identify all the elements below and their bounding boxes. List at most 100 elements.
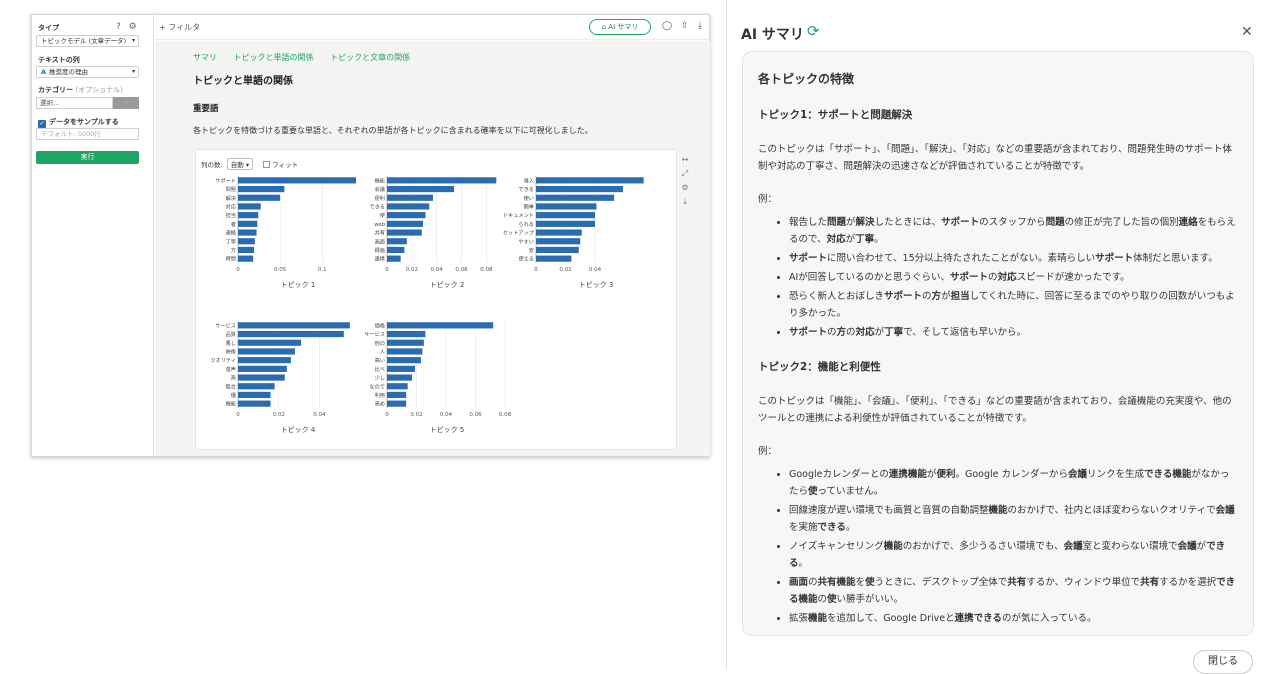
bar <box>238 391 271 399</box>
share-icon[interactable]: ⇧ <box>681 21 689 31</box>
category-label: 優 <box>231 391 237 399</box>
help-icon[interactable]: ? <box>116 22 121 32</box>
tick-label: 0 <box>385 267 389 273</box>
topic1-title: トピック1：サポートと問題解決 <box>758 109 913 121</box>
bar <box>238 246 255 254</box>
expand-icon[interactable]: ↔ <box>680 153 690 167</box>
bar <box>238 348 295 355</box>
tab-topic-word[interactable]: トピックと単語の関係 <box>234 53 314 62</box>
category-label: 共有 <box>375 229 385 237</box>
filter-button[interactable]: + フィルタ <box>159 22 200 33</box>
category-label: 録画 <box>375 246 385 254</box>
category-select[interactable]: 選択... <box>36 97 113 109</box>
tab-summary[interactable]: サマリ <box>193 53 217 62</box>
bar <box>536 185 624 193</box>
type-select[interactable]: トピックモデル (文章データ) ▾ <box>36 35 139 47</box>
category-label: 利用 <box>375 391 385 399</box>
toolbar: + フィルタ ⌂ AI サマリ ◯ ⇧ ⤓ <box>155 15 710 40</box>
topic2-examples: Googleカレンダーとの連携機能が便利。Google カレンダーから会議リンク… <box>789 466 1238 627</box>
category-label: 便利 <box>375 194 385 202</box>
category-label: 担当 <box>226 211 236 219</box>
category-label: できる <box>519 186 534 193</box>
bar <box>536 220 595 227</box>
category-label: 連絡 <box>226 229 237 237</box>
resize-icon[interactable]: ⤢ <box>680 167 690 181</box>
bar <box>387 255 401 262</box>
category-label: 簡単 <box>524 202 534 210</box>
page-title: トピックと単語の関係 <box>193 76 293 87</box>
close-icon[interactable]: ✕ <box>1241 24 1253 40</box>
refresh-icon[interactable]: ⟳ <box>807 22 820 40</box>
category-label: 高 <box>231 374 236 382</box>
chart-card: 列の数: 自動 ▾ フィット 0 0.05 0.1 サポート 問題 解決 対応 担当者連絡 丁寧… <box>195 149 677 450</box>
category-label: 使い <box>524 194 534 202</box>
bar <box>238 212 259 219</box>
category-label: 少し <box>375 375 385 382</box>
bar <box>238 365 287 372</box>
text-column-select[interactable]: A 推奨度の理由 ▾ <box>36 66 139 78</box>
bar <box>238 238 255 245</box>
gear-icon[interactable]: ⚙ <box>129 22 137 32</box>
bar <box>387 339 424 346</box>
download-chart-icon[interactable]: ⤓ <box>680 195 690 209</box>
bar <box>387 229 422 236</box>
tab-bar: サマリ トピックと単語の関係 トピックと文章の関係 <box>193 52 424 63</box>
tick-label: 0 <box>385 412 389 418</box>
checkbox-checked-icon[interactable]: ✓ <box>38 120 46 128</box>
bar <box>387 383 408 390</box>
bar <box>238 229 257 236</box>
topic2-description: このトピックは「機能」、「会議」、「便利」、「できる」などの重要語が含まれており… <box>758 396 1232 424</box>
ai-summary-button[interactable]: ⌂ AI サマリ <box>589 19 651 35</box>
category-label: ドキュメント <box>503 213 534 219</box>
bar <box>387 330 426 338</box>
category-label: クオリティ <box>210 357 236 364</box>
category-label: サービス <box>215 321 236 329</box>
category-label: できる <box>370 203 385 210</box>
category-label: 人 <box>380 348 385 355</box>
sample-size-input[interactable]: デフォルト: 5000行 <box>36 128 139 140</box>
tick-label: 0.04 <box>313 412 326 418</box>
category-button[interactable]: - <box>113 97 139 109</box>
run-button[interactable]: 実行 <box>36 151 139 164</box>
comment-icon[interactable]: ◯ <box>662 21 672 31</box>
bar <box>387 220 424 227</box>
download-icon[interactable]: ⤓ <box>698 21 702 31</box>
bar <box>238 374 285 381</box>
bar <box>536 229 582 236</box>
sample-checkbox-row[interactable]: ✓ データをサンプルする <box>38 117 119 128</box>
category-label: 時間 <box>226 256 236 263</box>
category-optional: (オプショナル) <box>75 86 123 94</box>
topic1-examples: 報告した問題が解決したときには、サポートのスタッフから問題の修正が完了した旨の個… <box>789 214 1238 341</box>
category-label: られる <box>518 221 534 228</box>
settings-icon[interactable]: ⚙ <box>680 181 690 195</box>
tick-label: 0 <box>236 412 240 418</box>
category-label: 映像 <box>226 347 237 355</box>
chart-title: トピック 1 <box>281 281 316 289</box>
section-description: 各トピックを特徴づける重要な単語と、それぞれの単語が各トピックに含まれる確率を以… <box>193 126 593 135</box>
category-label: 対応 <box>226 202 237 210</box>
bar <box>238 194 281 201</box>
category-label: 価格 <box>375 321 386 329</box>
bar <box>387 246 405 254</box>
bar <box>387 238 407 245</box>
panel-title: AI サマリ <box>741 27 804 43</box>
category-label: 機能 <box>226 400 236 408</box>
category-label: 画面 <box>375 238 385 245</box>
category-label: 使 <box>380 211 386 219</box>
chart-title: トピック 2 <box>430 281 465 289</box>
chevron-down-icon: ▾ <box>131 68 135 75</box>
category-label: カテゴリー (オプショナル) <box>38 85 123 95</box>
bar <box>387 185 455 193</box>
tick-label: 0 <box>236 267 240 273</box>
ai-summary-panel: AI サマリ ⟳ ✕ 各トピックの特徴 トピック1：サポートと問題解決 このトピ… <box>726 0 1280 674</box>
tab-topic-document[interactable]: トピックと文章の関係 <box>330 53 410 62</box>
category-label: 高め <box>375 400 385 408</box>
bar <box>238 339 302 346</box>
bar <box>536 203 597 210</box>
close-button[interactable]: 閉じる <box>1193 650 1253 674</box>
category-label: 丁寧 <box>226 237 236 245</box>
main-content: サマリ トピックと単語の関係 トピックと文章の関係 トピックと単語の関係 重要語… <box>155 41 710 456</box>
list-item: サポートの方の対応が丁寧で、そして返信も早いから。 <box>789 324 1238 341</box>
bar <box>238 400 271 407</box>
category-label: 悪し <box>226 340 236 347</box>
